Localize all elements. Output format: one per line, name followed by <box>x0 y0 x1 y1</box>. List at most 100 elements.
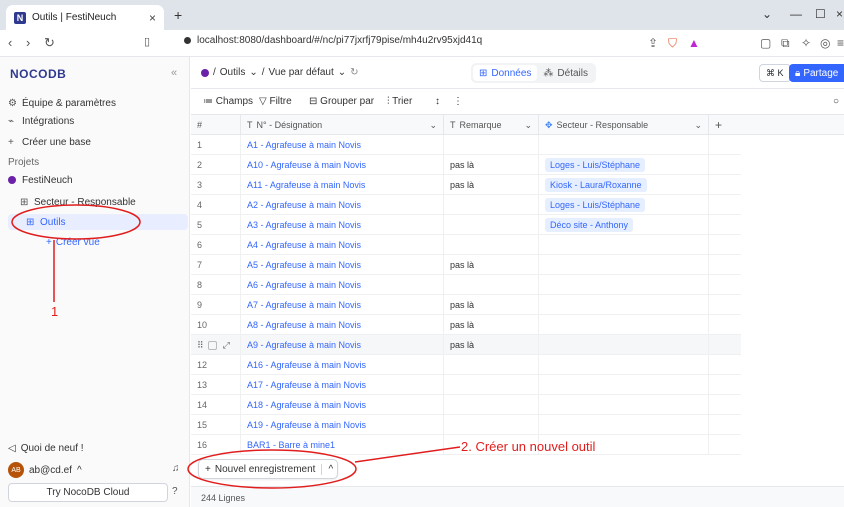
whats-new-item[interactable]: ◁ Quoi de neuf ! <box>8 443 84 454</box>
column-header-designation[interactable]: T N° - Désignation ⌄ <box>241 115 444 135</box>
site-info-icon[interactable] <box>184 36 191 44</box>
help-icon[interactable]: ? <box>172 486 178 497</box>
cell-remarque[interactable]: pas là <box>444 295 539 315</box>
row-height-icon[interactable]: ↕ <box>435 96 440 107</box>
cell-remarque[interactable] <box>444 395 539 415</box>
brave-rewards-icon[interactable]: ▲ <box>688 36 700 50</box>
cell-secteur[interactable] <box>539 235 709 255</box>
tab-search-icon[interactable]: ⧉ <box>781 36 790 51</box>
cell-designation[interactable]: A11 - Agrafeuse à main Novis <box>241 175 444 195</box>
cell-remarque[interactable] <box>444 235 539 255</box>
sidebar-toggle-icon[interactable]: ▢ <box>760 36 771 50</box>
table-row[interactable]: 3 A11 - Agrafeuse à main Novis pas là Kiosk… <box>191 175 741 195</box>
table-row[interactable]: 9 A7 - Agrafeuse à main Novis pas là <box>191 295 741 315</box>
cell-designation[interactable]: A16 - Agrafeuse à main Novis <box>241 355 444 375</box>
table-row[interactable]: 2 A10 - Agrafeuse à main Novis pas là Loges… <box>191 155 741 175</box>
tab-data[interactable]: ⊞ Données <box>473 65 538 81</box>
reload-icon[interactable]: ↻ <box>350 67 358 78</box>
row-checkbox[interactable] <box>207 340 217 350</box>
table-row[interactable]: 10 A8 - Agrafeuse à main Novis pas là <box>191 315 741 335</box>
notification-icon[interactable]: ♫ <box>172 463 180 474</box>
cell-remarque[interactable] <box>444 195 539 215</box>
vpn-icon[interactable]: ◎ <box>820 36 830 50</box>
table-row[interactable]: 6 A4 - Agrafeuse à main Novis <box>191 235 741 255</box>
linked-record-chip[interactable]: Loges - Luis/Stéphane <box>545 158 646 172</box>
extensions-icon[interactable]: ✧ <box>801 36 811 50</box>
chevron-down-icon[interactable]: ⌄ <box>694 120 702 131</box>
chevron-up-icon[interactable]: ^ <box>321 463 333 475</box>
linked-record-chip[interactable]: Kiosk - Laura/Roxanne <box>545 178 647 192</box>
cell-remarque[interactable] <box>444 355 539 375</box>
bookmark-icon[interactable]: ▯ <box>144 35 150 48</box>
cell-designation[interactable]: A17 - Agrafeuse à main Novis <box>241 375 444 395</box>
expand-row-icon[interactable]: ⤢ <box>223 340 230 351</box>
table-row[interactable]: ⠿ ⤢ A9 - Agrafeuse à main Novis pas là <box>191 335 741 355</box>
cell-designation[interactable]: A6 - Agrafeuse à main Novis <box>241 275 444 295</box>
table-row[interactable]: 8 A6 - Agrafeuse à main Novis <box>191 275 741 295</box>
try-cloud-button[interactable]: Try NocoDB Cloud <box>8 483 168 502</box>
cell-remarque[interactable] <box>444 135 539 155</box>
table-row[interactable]: 13 A17 - Agrafeuse à main Novis <box>191 375 741 395</box>
cell-designation[interactable]: A4 - Agrafeuse à main Novis <box>241 235 444 255</box>
forward-icon[interactable]: › <box>26 35 30 50</box>
cell-secteur[interactable] <box>539 355 709 375</box>
browser-tab[interactable]: N Outils | FestiNeuch × <box>6 5 164 30</box>
linked-record-chip[interactable]: Loges - Luis/Stéphane <box>545 198 646 212</box>
share-button[interactable]: 🔒︎ Partage <box>789 64 844 82</box>
fields-button[interactable]: ≔ Champs <box>203 96 253 107</box>
cell-secteur[interactable] <box>539 335 709 355</box>
cell-designation[interactable]: A1 - Agrafeuse à main Novis <box>241 135 444 155</box>
cell-secteur[interactable] <box>539 395 709 415</box>
cell-secteur[interactable]: Déco site - Anthony <box>539 215 709 235</box>
table-row[interactable]: 14 A18 - Agrafeuse à main Novis <box>191 395 741 415</box>
table-row[interactable]: 5 A3 - Agrafeuse à main Novis Déco site - … <box>191 215 741 235</box>
add-column-icon[interactable]: + <box>709 115 749 135</box>
breadcrumb-view[interactable]: Vue par défaut <box>269 67 334 78</box>
group-by-button[interactable]: ⊟ Grouper par <box>309 96 374 107</box>
cell-secteur[interactable] <box>539 315 709 335</box>
cell-designation[interactable]: A19 - Agrafeuse à main Novis <box>241 415 444 435</box>
new-tab-icon[interactable]: + <box>174 7 182 23</box>
create-view-link[interactable]: + Créer vue <box>46 234 100 250</box>
cell-secteur[interactable]: Loges - Luis/Stéphane <box>539 195 709 215</box>
cell-remarque[interactable]: pas là <box>444 155 539 175</box>
chevron-down-icon[interactable]: ⌄ <box>762 7 772 21</box>
cell-secteur[interactable] <box>539 135 709 155</box>
reload-icon[interactable]: ↻ <box>44 35 55 51</box>
cell-remarque[interactable] <box>444 215 539 235</box>
cell-remarque[interactable]: pas là <box>444 175 539 195</box>
back-icon[interactable]: ‹ <box>8 35 12 50</box>
table-row[interactable]: 7 A5 - Agrafeuse à main Novis pas là <box>191 255 741 275</box>
cell-secteur[interactable]: Loges - Luis/Stéphane <box>539 155 709 175</box>
cell-designation[interactable]: BAR1 - Barre à mine1 <box>241 435 444 455</box>
cell-remarque[interactable]: pas là <box>444 255 539 275</box>
close-icon[interactable]: × <box>149 11 156 25</box>
cell-remarque[interactable] <box>444 375 539 395</box>
cell-remarque[interactable]: pas là <box>444 315 539 335</box>
user-menu[interactable]: AB ab@cd.ef ^ <box>8 462 82 478</box>
cell-secteur[interactable] <box>539 415 709 435</box>
column-header-remarque[interactable]: T Remarque ⌄ <box>444 115 539 135</box>
window-close-icon[interactable]: × <box>836 7 843 21</box>
cell-designation[interactable]: A2 - Agrafeuse à main Novis <box>241 195 444 215</box>
maximize-icon[interactable]: ☐ <box>815 7 826 21</box>
cell-designation[interactable]: A5 - Agrafeuse à main Novis <box>241 255 444 275</box>
breadcrumb-table[interactable]: Outils <box>220 67 246 78</box>
drag-handle-icon[interactable]: ⠿ <box>197 340 204 351</box>
cell-designation[interactable]: A9 - Agrafeuse à main Novis <box>241 335 444 355</box>
column-header-secteur[interactable]: ✥ Secteur - Responsable ⌄ <box>539 115 709 135</box>
chevron-down-icon[interactable]: ⌄ <box>338 67 346 78</box>
sidebar-item-team-settings[interactable]: ⚙ Équipe & paramètres <box>8 95 116 111</box>
cell-designation[interactable]: A8 - Agrafeuse à main Novis <box>241 315 444 335</box>
menu-icon[interactable]: ≡ <box>837 36 844 50</box>
cell-designation[interactable]: A18 - Agrafeuse à main Novis <box>241 395 444 415</box>
url-field[interactable]: localhost:8080/dashboard/#/nc/pi77jxrfj7… <box>184 35 482 46</box>
minimize-icon[interactable]: — <box>790 7 802 21</box>
brave-shield-icon[interactable]: ⛉ <box>668 36 677 51</box>
cell-remarque[interactable] <box>444 415 539 435</box>
collapse-sidebar-icon[interactable]: « <box>171 67 177 79</box>
search-icon[interactable]: ○ <box>833 96 839 107</box>
new-record-button[interactable]: + Nouvel enregistrement ^ <box>198 459 338 479</box>
cell-designation[interactable]: A7 - Agrafeuse à main Novis <box>241 295 444 315</box>
cell-remarque[interactable]: pas là <box>444 335 539 355</box>
